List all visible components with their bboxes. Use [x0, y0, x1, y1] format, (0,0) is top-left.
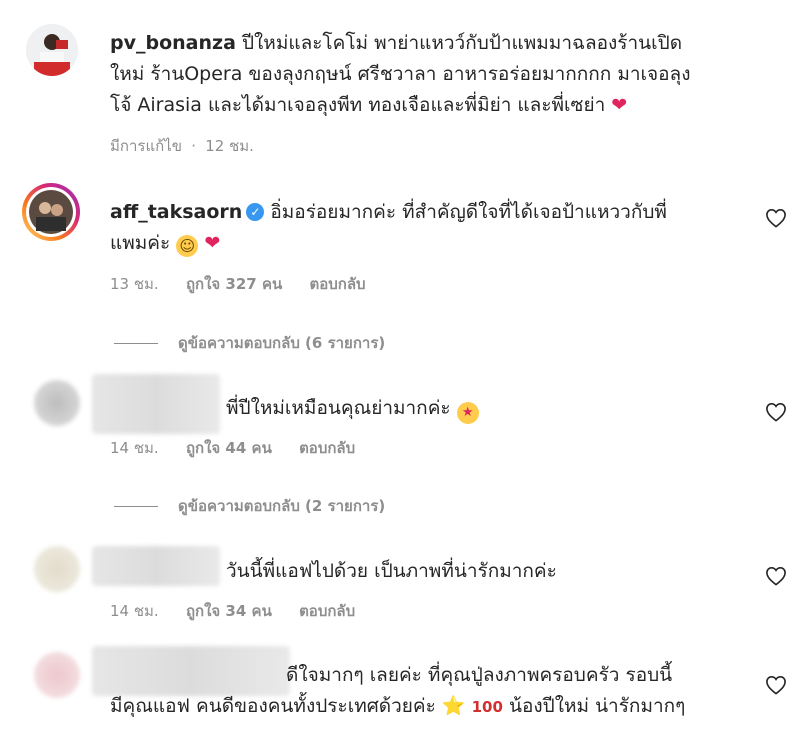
comment-line: มีคุณแอฟ คนดีของคนทั้งประเทศด้วยค่ะ — [110, 695, 436, 717]
like-count[interactable]: ถูกใจ 44 คน — [186, 439, 272, 457]
comment-meta: 14 ชม. ถูกใจ 34 คน ตอบกลับ — [110, 599, 377, 623]
comment-line: แพมค่ะ — [110, 232, 171, 254]
avatar[interactable] — [26, 24, 78, 76]
comment-time[interactable]: 13 ชม. — [110, 275, 159, 293]
comment-line: วันนี้พี่แอฟไปด้วย เป็นภาพที่น่ารักมากค่… — [226, 560, 557, 582]
avatar[interactable] — [34, 546, 80, 592]
divider — [114, 506, 158, 507]
red-heart-emoji: ❤ — [204, 232, 221, 254]
heart-outline-icon[interactable] — [765, 675, 787, 695]
comment-text: พี่ปีใหม่เหมือนคุณย่ามากค่ะ ★ — [226, 393, 746, 424]
comment-time[interactable]: 14 ชม. — [110, 439, 159, 457]
blurred-username — [92, 546, 220, 586]
avatar-photo — [26, 24, 78, 76]
comment-line: ใหม่ ร้านOpera ของลุงกฤษน์ ศรีชวาลา อาหา… — [110, 63, 691, 85]
comment-meta: มีการแก้ไข · 12 ชม. — [110, 134, 276, 158]
heart-outline-icon[interactable] — [765, 402, 787, 422]
hundred-points-emoji: 100 — [471, 698, 503, 716]
comment-meta: 14 ชม. ถูกใจ 44 คน ตอบกลับ — [110, 436, 377, 460]
comment-text: aff_taksaorn ✓ อิ่มอร่อยมากค่ะ ที่สำคัญดีใ… — [110, 197, 750, 259]
heart-outline-icon[interactable] — [765, 208, 787, 228]
avatar[interactable] — [34, 652, 80, 698]
comment-line: พี่ปีใหม่เหมือนคุณย่ามากค่ะ — [226, 397, 451, 419]
view-replies-button[interactable]: ดูข้อความตอบกลับ (2 รายการ) — [114, 494, 385, 518]
edited-label: มีการแก้ไข — [110, 137, 182, 155]
avatar[interactable] — [22, 183, 80, 241]
comment-line: อิ่มอร่อยมากค่ะ ที่สำคัญดีใจที่ได้เจอป้า… — [270, 201, 667, 223]
avatar[interactable] — [34, 380, 80, 426]
blurred-username — [92, 374, 220, 434]
comment-username[interactable]: aff_taksaorn — [110, 201, 242, 223]
comment-meta: 13 ชม. ถูกใจ 327 คน ตอบกลับ — [110, 272, 388, 296]
view-replies-label: ดูข้อความตอบกลับ (6 รายการ) — [178, 334, 386, 352]
comment-username[interactable]: pv_bonanza — [110, 32, 236, 54]
comment-line: โจ้ Airasia และได้มาเจอลุงพีท ทองเจือและ… — [110, 94, 606, 116]
red-heart-emoji: ❤ — [611, 94, 628, 116]
comment-text: pv_bonanza ปีใหม่และโคโม่ พาย่าแหวว์กับป… — [110, 28, 750, 121]
star-struck-emoji: ★ — [456, 402, 479, 424]
heart-outline-icon[interactable] — [765, 566, 787, 586]
view-replies-button[interactable]: ดูข้อความตอบกลับ (6 รายการ) — [114, 331, 385, 355]
smiling-emoji: ☺ — [176, 235, 199, 257]
comment-line: ปีใหม่และโคโม่ พาย่าแหวว์กับป้าแพมมาฉลอง… — [241, 32, 683, 54]
comment-text: วันนี้พี่แอฟไปด้วย เป็นภาพที่น่ารักมากค่… — [226, 556, 746, 587]
reply-button[interactable]: ตอบกลับ — [299, 602, 355, 620]
view-replies-label: ดูข้อความตอบกลับ (2 รายการ) — [178, 497, 386, 515]
avatar-photo — [26, 187, 76, 237]
comment-text: ดีใจมากๆ เลยค่ะ ที่คุณปู่ลงภาพครอบครัว ร… — [110, 660, 760, 723]
comment-line: น้องปีใหม่ น่ารักมากๆ — [508, 695, 686, 717]
comment-time[interactable]: 14 ชม. — [110, 602, 159, 620]
star-emoji: ⭐ — [441, 695, 466, 717]
divider — [114, 343, 158, 344]
like-count[interactable]: ถูกใจ 34 คน — [186, 602, 272, 620]
comment-time[interactable]: 12 ชม. — [205, 137, 254, 155]
like-count[interactable]: ถูกใจ 327 คน — [186, 275, 282, 293]
reply-button[interactable]: ตอบกลับ — [299, 439, 355, 457]
reply-button[interactable]: ตอบกลับ — [310, 275, 366, 293]
meta-dot: · — [191, 137, 197, 155]
comment-line: ดีใจมากๆ เลยค่ะ ที่คุณปู่ลงภาพครอบครัว ร… — [286, 664, 673, 686]
verified-badge-icon: ✓ — [246, 203, 265, 221]
